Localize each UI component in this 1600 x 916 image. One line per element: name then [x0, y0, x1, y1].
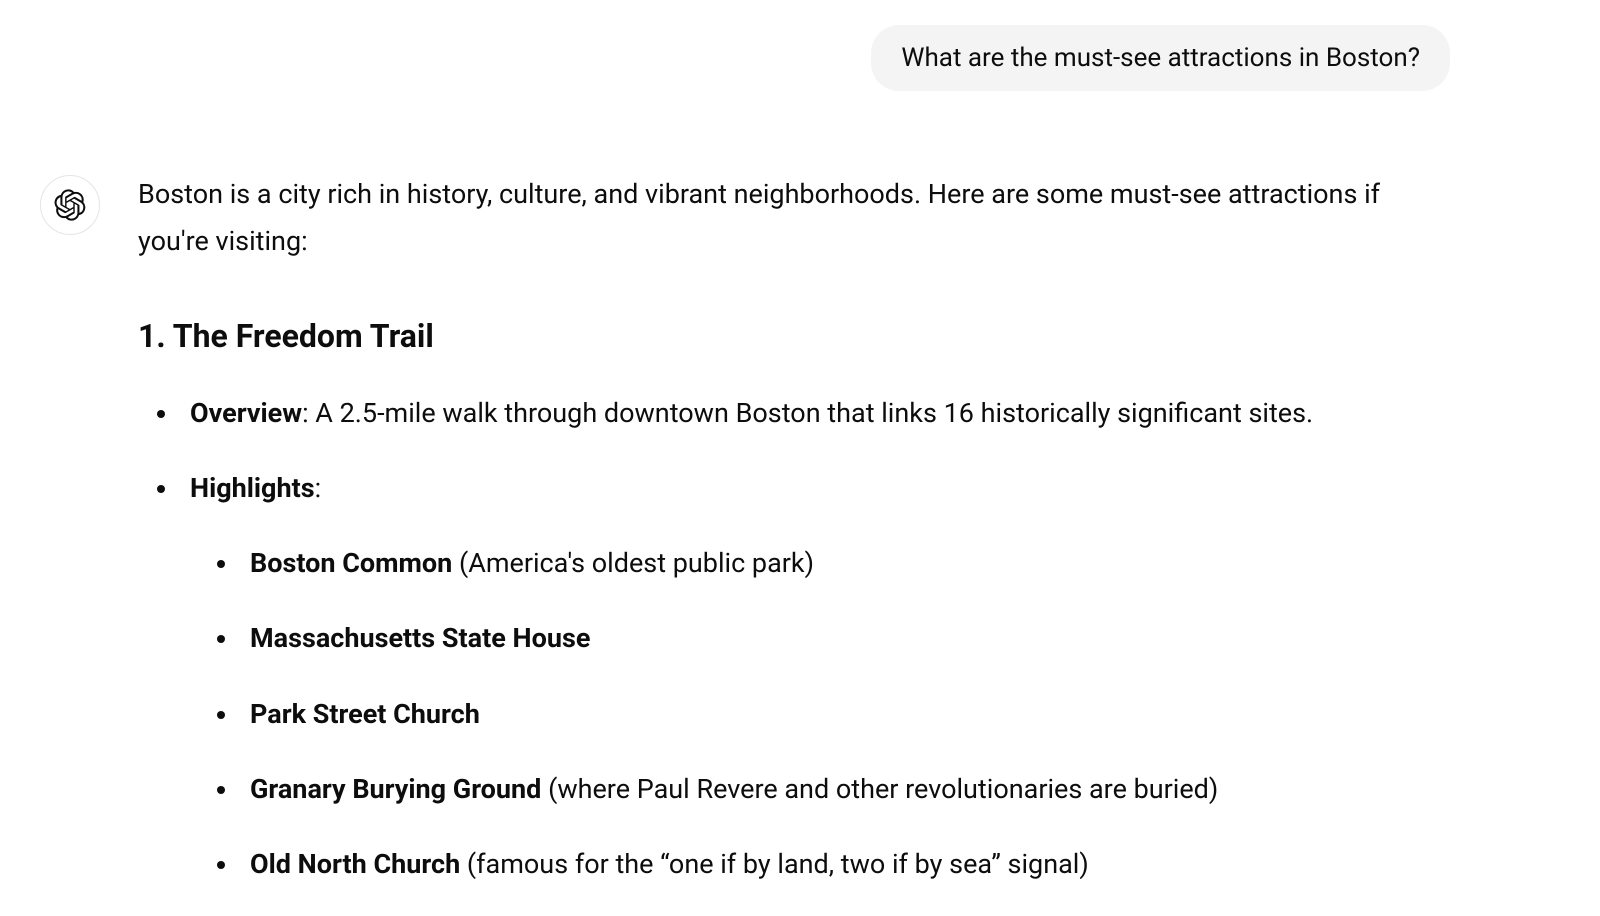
highlight-item: Granary Burying Ground (where Paul Rever… — [240, 766, 1450, 813]
highlights-colon: : — [315, 472, 322, 504]
highlight-bold: Massachusetts State House — [250, 622, 590, 654]
highlights-label: Highlights — [190, 472, 315, 504]
highlight-bold: Old North Church — [250, 848, 460, 880]
overview-label: Overview — [190, 397, 302, 429]
highlight-rest: (famous for the “one if by land, two if … — [460, 848, 1089, 880]
user-message-row: What are the must-see attractions in Bos… — [40, 25, 1450, 91]
section-number: 1. — [138, 317, 166, 355]
user-message-bubble[interactable]: What are the must-see attractions in Bos… — [871, 25, 1450, 91]
section-list: Overview: A 2.5-mile walk through downto… — [138, 390, 1450, 889]
highlight-bold: Park Street Church — [250, 698, 480, 730]
highlight-rest: (America's oldest public park) — [452, 547, 814, 579]
highlights-list: Boston Common (America's oldest public p… — [190, 540, 1450, 888]
highlight-item: Park Street Church — [240, 691, 1450, 738]
highlight-bold: Granary Burying Ground — [250, 773, 541, 805]
assistant-intro-paragraph: Boston is a city rich in history, cultur… — [138, 171, 1450, 266]
highlight-item: Boston Common (America's oldest public p… — [240, 540, 1450, 587]
openai-logo-icon — [54, 189, 86, 221]
section-title: The Freedom Trail — [173, 317, 434, 355]
overview-item: Overview: A 2.5-mile walk through downto… — [180, 390, 1450, 437]
assistant-intro-text: Boston is a city rich in history, cultur… — [138, 178, 1380, 257]
user-message-text: What are the must-see attractions in Bos… — [901, 43, 1420, 73]
highlight-item: Massachusetts State House — [240, 615, 1450, 662]
highlight-bold: Boston Common — [250, 547, 452, 579]
assistant-avatar — [40, 175, 100, 235]
assistant-message-row: Boston is a city rich in history, cultur… — [40, 171, 1450, 916]
section-heading: 1. The Freedom Trail — [138, 308, 1450, 364]
highlight-rest: (where Paul Revere and other revolutiona… — [541, 773, 1218, 805]
highlight-item: Old North Church (famous for the “one if… — [240, 841, 1450, 888]
assistant-message-content: Boston is a city rich in history, cultur… — [138, 171, 1450, 916]
highlights-item: Highlights: Boston Common (America's old… — [180, 465, 1450, 889]
overview-text: : A 2.5-mile walk through downtown Bosto… — [302, 397, 1313, 429]
